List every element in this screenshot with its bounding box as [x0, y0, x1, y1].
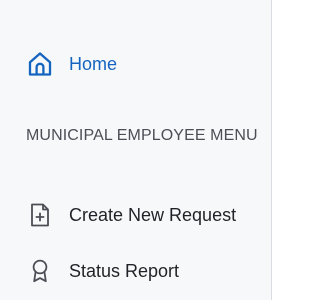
sidebar-item-label: Create New Request: [69, 205, 237, 225]
sidebar-item-label: Status Report: [69, 261, 180, 281]
award-ribbon-icon: [26, 257, 54, 285]
sidebar-panel: Home MUNICIPAL EMPLOYEE MENU Create New …: [0, 0, 272, 300]
sidebar-item-label: Home: [69, 54, 118, 74]
home-icon: [26, 50, 54, 78]
sidebar-item-create-new-request[interactable]: Create New Request: [26, 201, 236, 229]
section-heading: MUNICIPAL EMPLOYEE MENU: [26, 127, 258, 144]
sidebar-item-status-report[interactable]: Status Report: [26, 257, 179, 285]
sidebar-item-home[interactable]: Home: [26, 50, 117, 78]
document-plus-icon: [26, 201, 54, 229]
